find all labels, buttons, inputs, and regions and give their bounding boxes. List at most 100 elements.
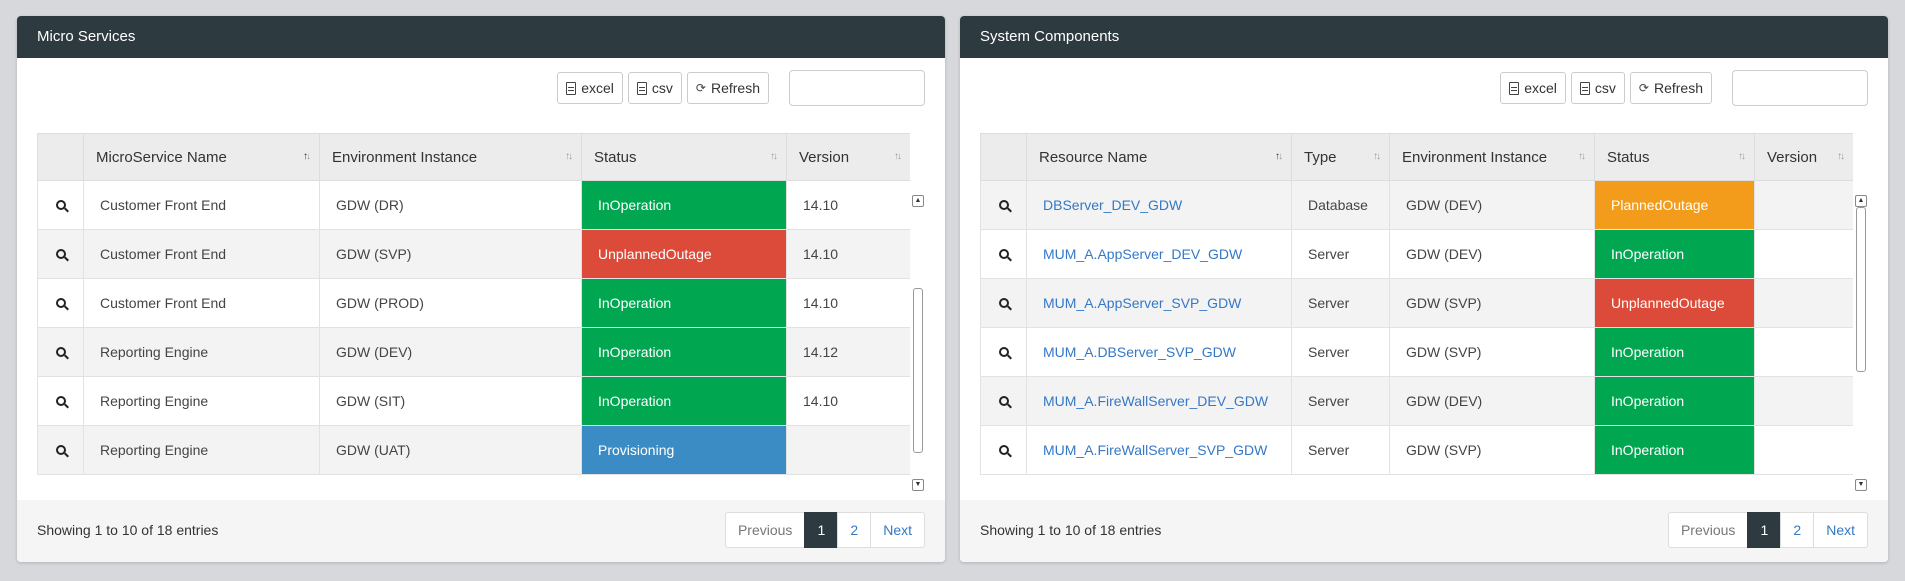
- column-header-version[interactable]: Version ↑↓: [1754, 133, 1853, 181]
- sort-icon: ↑↓: [1837, 151, 1845, 162]
- sort-icon: ↑↓: [1738, 151, 1746, 162]
- column-header-environment[interactable]: Environment Instance ↑↓: [1389, 133, 1595, 181]
- search-input[interactable]: [1732, 70, 1868, 106]
- status-badge: InOperation: [1594, 327, 1755, 377]
- column-header-actions: [980, 133, 1027, 181]
- previous-page-button[interactable]: Previous: [1667, 512, 1749, 548]
- environment-instance: GDW (SVP): [1389, 425, 1595, 475]
- column-header-type[interactable]: Type ↑↓: [1291, 133, 1390, 181]
- column-header-status[interactable]: Status ↑↓: [1594, 133, 1755, 181]
- status-badge: InOperation: [581, 180, 787, 230]
- version: 14.10: [786, 278, 910, 328]
- page-1-button[interactable]: 1: [1747, 512, 1782, 548]
- view-details-button[interactable]: [980, 229, 1027, 279]
- scroll-down-icon[interactable]: ▼: [912, 479, 924, 491]
- excel-file-icon: [1509, 81, 1520, 95]
- excel-export-button[interactable]: excel: [1500, 72, 1566, 104]
- entries-info: Showing 1 to 10 of 18 entries: [980, 522, 1162, 538]
- view-details-button[interactable]: [980, 376, 1027, 426]
- view-details-button[interactable]: [37, 425, 84, 475]
- version: 14.10: [786, 376, 910, 426]
- search-icon: [998, 396, 1009, 406]
- search-icon: [55, 249, 66, 259]
- page-2-button[interactable]: 2: [837, 512, 872, 548]
- resource-name: MUM_A.AppServer_SVP_GDW: [1026, 278, 1292, 328]
- view-details-button[interactable]: [980, 425, 1027, 475]
- column-header-version[interactable]: Version ↑↓: [786, 133, 910, 181]
- components-table: Resource Name ↑↓ Type ↑↓ Environment Insta…: [980, 133, 1853, 475]
- resource-link[interactable]: MUM_A.AppServer_DEV_GDW: [1043, 246, 1242, 262]
- table-toolbar: excel csv ⟳ Refresh: [552, 70, 925, 106]
- search-icon: [55, 347, 66, 357]
- pagination: Previous 1 2 Next: [1667, 512, 1868, 548]
- table-row: Customer Front End GDW (DR) InOperation …: [37, 180, 910, 230]
- version: [1754, 327, 1853, 377]
- version: 14.10: [786, 180, 910, 230]
- search-input[interactable]: [789, 70, 925, 106]
- resource-type: Server: [1291, 327, 1390, 377]
- search-icon: [998, 347, 1009, 357]
- table-row: Reporting Engine GDW (DEV) InOperation 1…: [37, 327, 910, 377]
- microservice-name: Customer Front End: [83, 278, 320, 328]
- panel-title: System Components: [960, 16, 1888, 58]
- csv-file-icon: [636, 81, 647, 95]
- next-page-button[interactable]: Next: [1813, 512, 1868, 548]
- csv-label: csv: [1594, 80, 1616, 96]
- scroll-up-icon[interactable]: ▲: [1855, 195, 1867, 207]
- page-1-button[interactable]: 1: [804, 512, 839, 548]
- microservice-name: Customer Front End: [83, 229, 320, 279]
- resource-link[interactable]: MUM_A.AppServer_SVP_GDW: [1043, 295, 1241, 311]
- excel-export-button[interactable]: excel: [557, 72, 623, 104]
- scroll-thumb[interactable]: [913, 288, 923, 453]
- view-details-button[interactable]: [980, 278, 1027, 328]
- status-badge: InOperation: [1594, 229, 1755, 279]
- view-details-button[interactable]: [37, 229, 84, 279]
- column-header-status[interactable]: Status ↑↓: [581, 133, 787, 181]
- resource-type: Server: [1291, 229, 1390, 279]
- refresh-button[interactable]: ⟳ Refresh: [1629, 72, 1712, 104]
- search-icon: [998, 200, 1009, 210]
- resource-type: Database: [1291, 180, 1390, 230]
- search-icon: [55, 200, 66, 210]
- column-header-environment[interactable]: Environment Instance ↑↓: [319, 133, 582, 181]
- sort-icon: ↑↓: [770, 151, 778, 162]
- column-header-name[interactable]: MicroService Name ↑↓: [83, 133, 320, 181]
- version: [1754, 229, 1853, 279]
- table-scrollbar[interactable]: ▲ ▼: [1854, 195, 1868, 495]
- version: [1754, 180, 1853, 230]
- resource-link[interactable]: MUM_A.FireWallServer_SVP_GDW: [1043, 442, 1267, 458]
- table-row: Reporting Engine GDW (UAT) Provisioning: [37, 425, 910, 475]
- status-badge: Provisioning: [581, 425, 787, 475]
- csv-export-button[interactable]: csv: [1570, 72, 1625, 104]
- refresh-button[interactable]: ⟳ Refresh: [686, 72, 769, 104]
- resource-link[interactable]: MUM_A.FireWallServer_DEV_GDW: [1043, 393, 1268, 409]
- table-toolbar: excel csv ⟳ Refresh: [1495, 70, 1868, 106]
- environment-instance: GDW (SVP): [319, 229, 582, 279]
- table-row: DBServer_DEV_GDW Database GDW (DEV) Plan…: [980, 180, 1853, 230]
- scroll-down-icon[interactable]: ▼: [1855, 479, 1867, 491]
- csv-export-button[interactable]: csv: [627, 72, 682, 104]
- column-header-resource-name[interactable]: Resource Name ↑↓: [1026, 133, 1292, 181]
- sort-icon: ↑↓: [1275, 151, 1283, 162]
- search-icon: [55, 445, 66, 455]
- table-scrollbar[interactable]: ▲ ▼: [911, 195, 925, 495]
- microservice-name: Reporting Engine: [83, 376, 320, 426]
- micro-services-panel: Micro Services excel csv ⟳ Refresh MicroS…: [17, 16, 945, 562]
- page-2-button[interactable]: 2: [1780, 512, 1815, 548]
- view-details-button[interactable]: [37, 327, 84, 377]
- previous-page-button[interactable]: Previous: [724, 512, 806, 548]
- next-page-button[interactable]: Next: [870, 512, 925, 548]
- view-details-button[interactable]: [980, 180, 1027, 230]
- scroll-thumb[interactable]: [1856, 207, 1866, 372]
- excel-label: excel: [1524, 80, 1557, 96]
- environment-instance: GDW (SVP): [1389, 327, 1595, 377]
- scroll-up-icon[interactable]: ▲: [912, 195, 924, 207]
- resource-link[interactable]: MUM_A.DBServer_SVP_GDW: [1043, 344, 1236, 360]
- refresh-icon: ⟳: [695, 81, 706, 95]
- view-details-button[interactable]: [980, 327, 1027, 377]
- view-details-button[interactable]: [37, 376, 84, 426]
- view-details-button[interactable]: [37, 278, 84, 328]
- environment-instance: GDW (DR): [319, 180, 582, 230]
- resource-link[interactable]: DBServer_DEV_GDW: [1043, 197, 1182, 213]
- view-details-button[interactable]: [37, 180, 84, 230]
